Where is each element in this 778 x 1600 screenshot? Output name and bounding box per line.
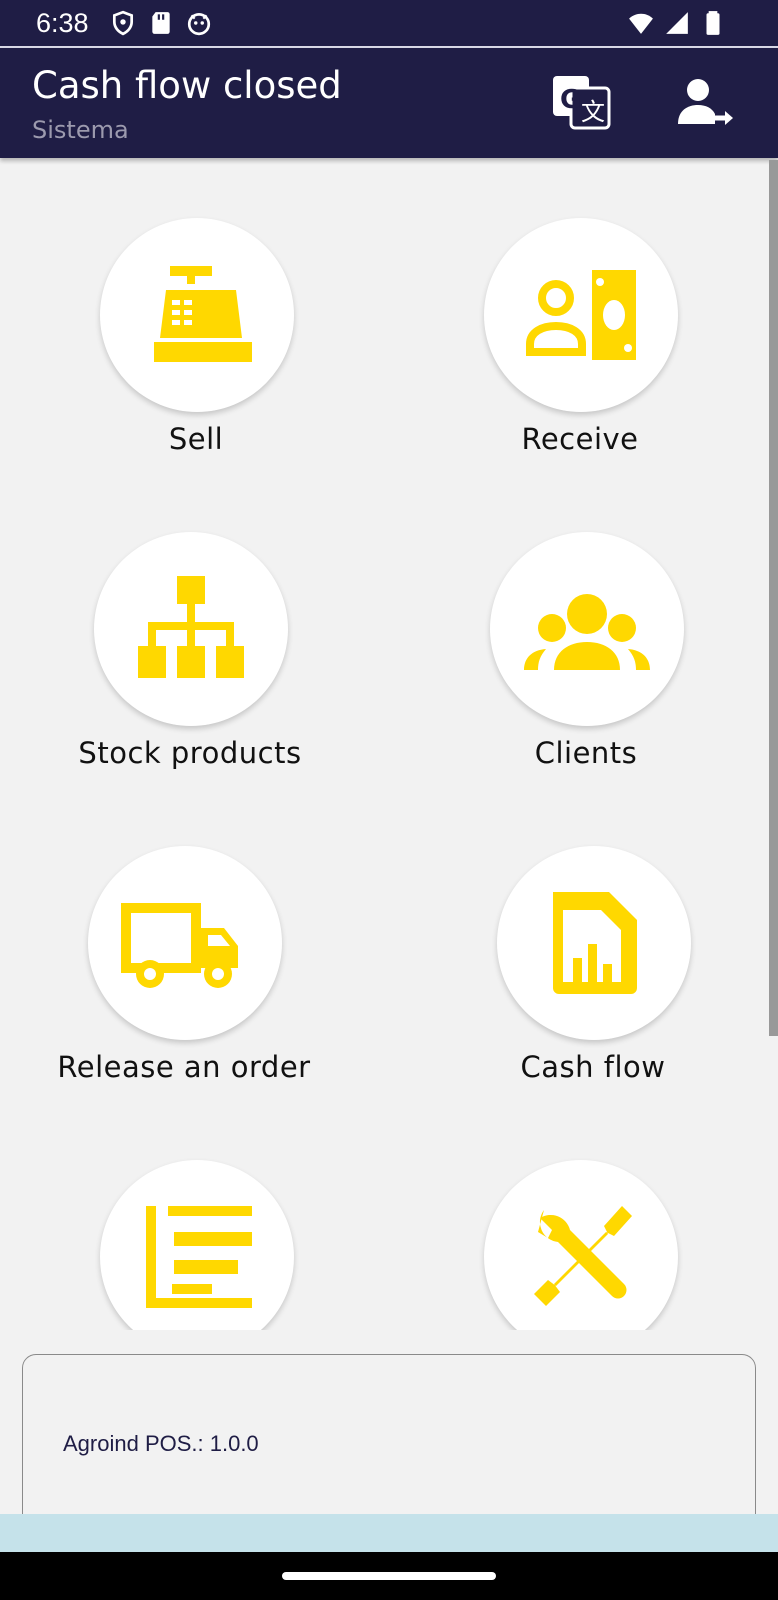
translate-icon: G 文	[553, 76, 611, 130]
truck-icon	[121, 903, 238, 988]
menu-item-cash-flow[interactable]: Cash flow	[403, 846, 770, 1116]
bar-chart-icon	[146, 1206, 252, 1308]
battery-icon	[706, 11, 720, 35]
sd-card-icon	[152, 12, 170, 34]
status-bar: 6:38	[0, 0, 778, 48]
menu-item-stock-products[interactable]: Stock products	[0, 532, 380, 802]
status-system-icons	[628, 10, 726, 36]
menu-item-label: Cash flow	[520, 1050, 666, 1084]
scrollbar[interactable]	[769, 160, 778, 1036]
translate-button[interactable]: G 文	[551, 74, 611, 130]
report-document-icon	[553, 892, 637, 994]
menu-item-reports[interactable]	[6, 1160, 386, 1330]
menu-item-label: Receive	[521, 422, 639, 456]
menu-item-icon-circle	[88, 846, 282, 1040]
menu-item-icon-circle	[100, 1160, 294, 1330]
menu-item-icon-circle	[484, 1160, 678, 1330]
app-version: Agroind POS.: 1.0.0	[63, 1431, 259, 1456]
wifi-icon	[629, 13, 653, 34]
status-notification-icons	[110, 10, 212, 36]
menu-item-label: Stock products	[78, 736, 302, 770]
svg-text:G: G	[560, 85, 581, 115]
menu-item-icon-circle	[497, 846, 691, 1040]
menu-item-label: Clients	[534, 736, 638, 770]
status-time: 6:38	[36, 8, 89, 38]
signal-icon	[666, 12, 688, 34]
svg-text:文: 文	[581, 98, 605, 126]
group-icon	[524, 594, 650, 670]
menu-item-icon-circle	[484, 218, 678, 412]
menu-item-label: Release an order	[57, 1050, 311, 1084]
tools-icon	[534, 1206, 632, 1306]
version-card: Agroind POS.: 1.0.0	[22, 1354, 756, 1531]
shield-icon	[112, 10, 134, 36]
page-subtitle: Sistema	[32, 116, 129, 144]
page-title: Cash flow closed	[32, 64, 342, 107]
logout-button[interactable]	[676, 76, 738, 130]
menu-item-icon-circle	[94, 532, 288, 726]
hierarchy-icon	[138, 576, 244, 678]
menu-item-icon-circle	[100, 218, 294, 412]
menu-item-clients[interactable]: Clients	[396, 532, 770, 802]
menu-item-tools[interactable]	[390, 1160, 770, 1330]
bottom-strip	[0, 1514, 778, 1552]
home-indicator[interactable]	[282, 1572, 496, 1580]
menu-item-receive[interactable]: Receive	[390, 218, 770, 488]
menu-grid: Sell Receive Stock products Clients Rele…	[0, 158, 770, 1330]
menu-item-release-order[interactable]: Release an order	[0, 846, 374, 1116]
menu-item-label: Sell	[168, 422, 224, 456]
payment-receive-icon	[526, 270, 636, 360]
menu-item-icon-circle	[490, 532, 684, 726]
android-debug-icon	[187, 12, 211, 36]
menu-item-sell[interactable]: Sell	[6, 218, 386, 488]
app-bar: Cash flow closed Sistema G 文	[0, 48, 778, 158]
logout-user-icon	[678, 79, 733, 125]
cash-register-icon	[154, 266, 252, 362]
